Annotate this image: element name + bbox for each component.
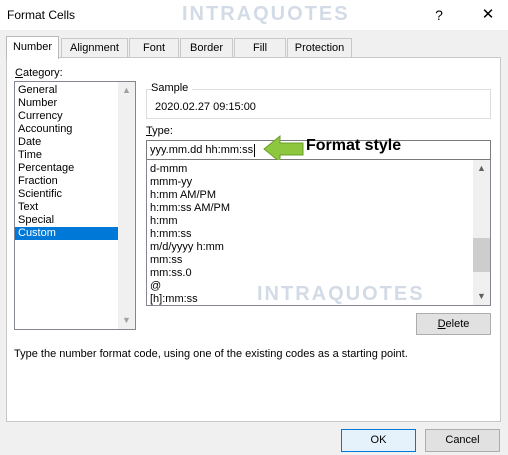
close-icon[interactable]: ✕ (474, 4, 502, 26)
category-item-general[interactable]: General (15, 84, 118, 97)
category-item-fraction[interactable]: Fraction (15, 175, 118, 188)
category-item-number[interactable]: Number (15, 97, 118, 110)
category-label: Category: (15, 67, 63, 79)
format-style-callout: Format style (306, 137, 402, 154)
category-item-currency[interactable]: Currency (15, 110, 118, 123)
title-bar: Format Cells INTRAQUOTES ? ✕ (0, 0, 508, 30)
scroll-thumb[interactable] (473, 238, 490, 272)
watermark-top: INTRAQUOTES (182, 3, 350, 25)
format-item[interactable]: mm:ss (147, 254, 230, 267)
category-item-percentage[interactable]: Percentage (15, 162, 118, 175)
watermark-bottom: INTRAQUOTES (257, 283, 425, 305)
category-scrollbar[interactable]: ▲ ▼ (118, 82, 135, 329)
tab-alignment[interactable]: Alignment (61, 38, 128, 58)
category-item-special[interactable]: Special (15, 214, 118, 227)
tab-fill[interactable]: Fill (234, 38, 286, 58)
category-item-custom[interactable]: Custom (15, 227, 118, 240)
category-item-accounting[interactable]: Accounting (15, 123, 118, 136)
category-item-scientific[interactable]: Scientific (15, 188, 118, 201)
scroll-down-icon[interactable]: ▼ (118, 312, 135, 329)
format-item[interactable]: d-mmm (147, 163, 230, 176)
tab-protection[interactable]: Protection (287, 38, 352, 58)
scroll-down-icon[interactable]: ▼ (473, 288, 490, 305)
tab-font[interactable]: Font (129, 38, 179, 58)
cancel-button[interactable]: Cancel (425, 429, 500, 452)
category-item-text[interactable]: Text (15, 201, 118, 214)
sample-value: 2020.02.27 09:15:00 (155, 101, 256, 113)
format-item[interactable]: m/d/yyyy h:mm (147, 241, 230, 254)
format-item[interactable]: h:mm:ss AM/PM (147, 202, 230, 215)
sample-label: Sample (151, 82, 189, 94)
text-caret (254, 143, 256, 157)
category-item-date[interactable]: Date (15, 136, 118, 149)
type-label: Type: (146, 125, 173, 137)
scroll-up-icon[interactable]: ▲ (473, 160, 490, 177)
tab-number[interactable]: Number (6, 36, 59, 59)
format-item[interactable]: @ (147, 280, 230, 293)
delete-button[interactable]: Delete (416, 313, 491, 335)
format-item[interactable]: mm:ss.0 (147, 267, 230, 280)
category-item-time[interactable]: Time (15, 149, 118, 162)
format-item[interactable]: h:mm (147, 215, 230, 228)
type-input-value: yyy.mm.dd hh:mm:ss (150, 144, 254, 156)
footer-area (0, 423, 508, 424)
category-list[interactable]: General Number Currency Accounting Date … (14, 81, 136, 330)
help-icon[interactable]: ? (428, 4, 450, 26)
tab-border[interactable]: Border (180, 38, 233, 58)
hint-text: Type the number format code, using one o… (14, 348, 408, 360)
format-item[interactable]: mmm-yy (147, 176, 230, 189)
format-item[interactable]: h:mm AM/PM (147, 189, 230, 202)
format-item[interactable]: h:mm:ss (147, 228, 230, 241)
ok-button[interactable]: OK (341, 429, 416, 452)
window-title: Format Cells (7, 8, 76, 22)
format-scrollbar[interactable]: ▲ ▼ (473, 160, 490, 305)
format-item[interactable]: [h]:mm:ss (147, 293, 230, 305)
scroll-up-icon[interactable]: ▲ (118, 82, 135, 99)
